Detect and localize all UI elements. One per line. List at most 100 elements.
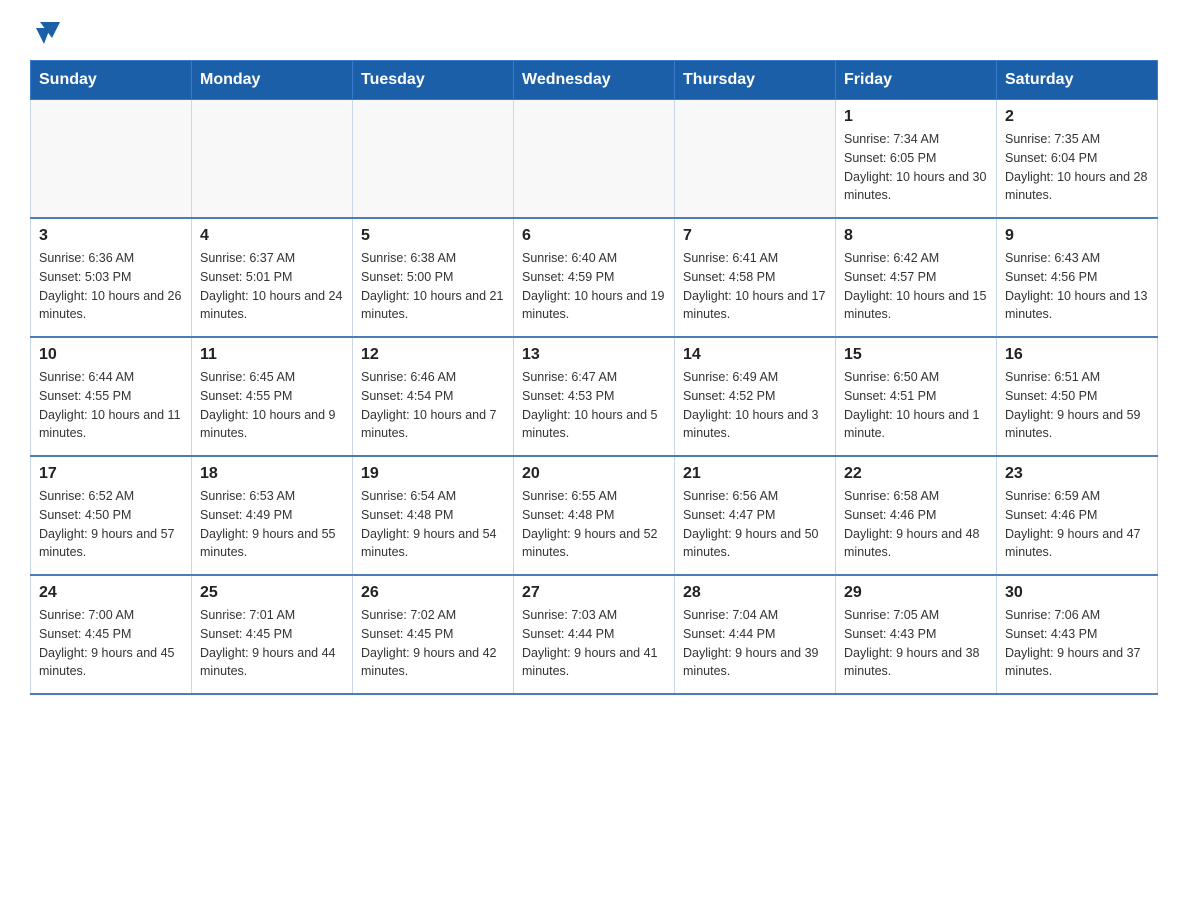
day-number: 7 <box>683 227 827 245</box>
day-info: Sunrise: 7:05 AMSunset: 4:43 PMDaylight:… <box>844 606 988 681</box>
calendar-cell: 20 Sunrise: 6:55 AMSunset: 4:48 PMDayligh… <box>514 456 675 575</box>
day-number: 13 <box>522 346 666 364</box>
calendar-cell: 23 Sunrise: 6:59 AMSunset: 4:46 PMDayligh… <box>997 456 1158 575</box>
logo-icon <box>32 16 64 48</box>
calendar-cell: 13 Sunrise: 6:47 AMSunset: 4:53 PMDayligh… <box>514 337 675 456</box>
calendar-cell: 1 Sunrise: 7:34 AMSunset: 6:05 PMDaylight… <box>836 100 997 219</box>
day-info: Sunrise: 6:46 AMSunset: 4:54 PMDaylight:… <box>361 368 505 443</box>
day-info: Sunrise: 7:02 AMSunset: 4:45 PMDaylight:… <box>361 606 505 681</box>
day-number: 19 <box>361 465 505 483</box>
day-number: 14 <box>683 346 827 364</box>
calendar-cell <box>514 100 675 219</box>
day-number: 24 <box>39 584 183 602</box>
calendar-cell: 28 Sunrise: 7:04 AMSunset: 4:44 PMDayligh… <box>675 575 836 694</box>
calendar-cell: 16Sunrise: 6:51 AMSunset: 4:50 PMDayligh… <box>997 337 1158 456</box>
weekday-header-sunday: Sunday <box>31 61 192 100</box>
calendar-cell: 9Sunrise: 6:43 AMSunset: 4:56 PMDaylight… <box>997 218 1158 337</box>
calendar-cell: 2Sunrise: 7:35 AMSunset: 6:04 PMDaylight… <box>997 100 1158 219</box>
day-number: 5 <box>361 227 505 245</box>
day-info: Sunrise: 7:04 AMSunset: 4:44 PMDaylight:… <box>683 606 827 681</box>
day-number: 25 <box>200 584 344 602</box>
calendar-body: 1 Sunrise: 7:34 AMSunset: 6:05 PMDaylight… <box>31 100 1158 695</box>
day-info: Sunrise: 6:50 AMSunset: 4:51 PMDaylight:… <box>844 368 988 443</box>
calendar-cell: 5 Sunrise: 6:38 AMSunset: 5:00 PMDaylight… <box>353 218 514 337</box>
calendar-cell: 22 Sunrise: 6:58 AMSunset: 4:46 PMDayligh… <box>836 456 997 575</box>
day-info: Sunrise: 6:58 AMSunset: 4:46 PMDaylight:… <box>844 487 988 562</box>
day-info: Sunrise: 6:55 AMSunset: 4:48 PMDaylight:… <box>522 487 666 562</box>
week-row-5: 24 Sunrise: 7:00 AMSunset: 4:45 PMDayligh… <box>31 575 1158 694</box>
day-info: Sunrise: 6:59 AMSunset: 4:46 PMDaylight:… <box>1005 487 1149 562</box>
day-number: 4 <box>200 227 344 245</box>
calendar-cell: 24 Sunrise: 7:00 AMSunset: 4:45 PMDayligh… <box>31 575 192 694</box>
weekday-header-monday: Monday <box>192 61 353 100</box>
calendar-cell: 27Sunrise: 7:03 AMSunset: 4:44 PMDayligh… <box>514 575 675 694</box>
day-number: 9 <box>1005 227 1149 245</box>
calendar-cell: 21 Sunrise: 6:56 AMSunset: 4:47 PMDayligh… <box>675 456 836 575</box>
day-info: Sunrise: 7:34 AMSunset: 6:05 PMDaylight:… <box>844 130 988 205</box>
day-info: Sunrise: 6:53 AMSunset: 4:49 PMDaylight:… <box>200 487 344 562</box>
calendar-cell: 17 Sunrise: 6:52 AMSunset: 4:50 PMDayligh… <box>31 456 192 575</box>
day-info: Sunrise: 6:56 AMSunset: 4:47 PMDaylight:… <box>683 487 827 562</box>
header-row: SundayMondayTuesdayWednesdayThursdayFrid… <box>31 61 1158 100</box>
week-row-4: 17 Sunrise: 6:52 AMSunset: 4:50 PMDayligh… <box>31 456 1158 575</box>
calendar-cell <box>675 100 836 219</box>
day-number: 3 <box>39 227 183 245</box>
calendar-cell: 12 Sunrise: 6:46 AMSunset: 4:54 PMDayligh… <box>353 337 514 456</box>
calendar-cell: 25 Sunrise: 7:01 AMSunset: 4:45 PMDayligh… <box>192 575 353 694</box>
day-number: 27 <box>522 584 666 602</box>
day-number: 1 <box>844 108 988 126</box>
day-number: 18 <box>200 465 344 483</box>
day-info: Sunrise: 7:00 AMSunset: 4:45 PMDaylight:… <box>39 606 183 681</box>
day-number: 16 <box>1005 346 1149 364</box>
weekday-header-tuesday: Tuesday <box>353 61 514 100</box>
day-number: 12 <box>361 346 505 364</box>
day-number: 26 <box>361 584 505 602</box>
day-info: Sunrise: 6:54 AMSunset: 4:48 PMDaylight:… <box>361 487 505 562</box>
day-number: 2 <box>1005 108 1149 126</box>
day-number: 28 <box>683 584 827 602</box>
calendar-cell: 14Sunrise: 6:49 AMSunset: 4:52 PMDayligh… <box>675 337 836 456</box>
calendar-cell: 29 Sunrise: 7:05 AMSunset: 4:43 PMDayligh… <box>836 575 997 694</box>
day-number: 20 <box>522 465 666 483</box>
day-info: Sunrise: 6:47 AMSunset: 4:53 PMDaylight:… <box>522 368 666 443</box>
day-number: 30 <box>1005 584 1149 602</box>
day-number: 29 <box>844 584 988 602</box>
weekday-header-thursday: Thursday <box>675 61 836 100</box>
week-row-1: 1 Sunrise: 7:34 AMSunset: 6:05 PMDaylight… <box>31 100 1158 219</box>
day-number: 10 <box>39 346 183 364</box>
calendar-header: SundayMondayTuesdayWednesdayThursdayFrid… <box>31 61 1158 100</box>
day-info: Sunrise: 7:01 AMSunset: 4:45 PMDaylight:… <box>200 606 344 681</box>
calendar-cell: 8 Sunrise: 6:42 AMSunset: 4:57 PMDaylight… <box>836 218 997 337</box>
calendar-cell <box>192 100 353 219</box>
calendar-table: SundayMondayTuesdayWednesdayThursdayFrid… <box>30 60 1158 695</box>
day-number: 8 <box>844 227 988 245</box>
calendar-cell <box>353 100 514 219</box>
day-info: Sunrise: 6:42 AMSunset: 4:57 PMDaylight:… <box>844 249 988 324</box>
weekday-header-friday: Friday <box>836 61 997 100</box>
calendar-cell: 15 Sunrise: 6:50 AMSunset: 4:51 PMDayligh… <box>836 337 997 456</box>
day-number: 23 <box>1005 465 1149 483</box>
week-row-3: 10 Sunrise: 6:44 AMSunset: 4:55 PMDayligh… <box>31 337 1158 456</box>
calendar-cell: 6Sunrise: 6:40 AMSunset: 4:59 PMDaylight… <box>514 218 675 337</box>
page-header <box>30 20 1158 40</box>
calendar-cell: 11Sunrise: 6:45 AMSunset: 4:55 PMDayligh… <box>192 337 353 456</box>
weekday-header-saturday: Saturday <box>997 61 1158 100</box>
day-info: Sunrise: 6:45 AMSunset: 4:55 PMDaylight:… <box>200 368 344 443</box>
day-info: Sunrise: 6:44 AMSunset: 4:55 PMDaylight:… <box>39 368 183 443</box>
day-number: 15 <box>844 346 988 364</box>
day-number: 21 <box>683 465 827 483</box>
calendar-cell: 26 Sunrise: 7:02 AMSunset: 4:45 PMDayligh… <box>353 575 514 694</box>
calendar-cell: 19 Sunrise: 6:54 AMSunset: 4:48 PMDayligh… <box>353 456 514 575</box>
day-number: 22 <box>844 465 988 483</box>
calendar-cell: 7 Sunrise: 6:41 AMSunset: 4:58 PMDaylight… <box>675 218 836 337</box>
calendar-cell: 4Sunrise: 6:37 AMSunset: 5:01 PMDaylight… <box>192 218 353 337</box>
calendar-cell: 3 Sunrise: 6:36 AMSunset: 5:03 PMDaylight… <box>31 218 192 337</box>
day-info: Sunrise: 6:36 AMSunset: 5:03 PMDaylight:… <box>39 249 183 324</box>
day-info: Sunrise: 6:52 AMSunset: 4:50 PMDaylight:… <box>39 487 183 562</box>
day-number: 17 <box>39 465 183 483</box>
day-info: Sunrise: 6:41 AMSunset: 4:58 PMDaylight:… <box>683 249 827 324</box>
day-info: Sunrise: 6:38 AMSunset: 5:00 PMDaylight:… <box>361 249 505 324</box>
calendar-cell: 18 Sunrise: 6:53 AMSunset: 4:49 PMDayligh… <box>192 456 353 575</box>
day-number: 6 <box>522 227 666 245</box>
day-info: Sunrise: 7:06 AMSunset: 4:43 PMDaylight:… <box>1005 606 1149 681</box>
